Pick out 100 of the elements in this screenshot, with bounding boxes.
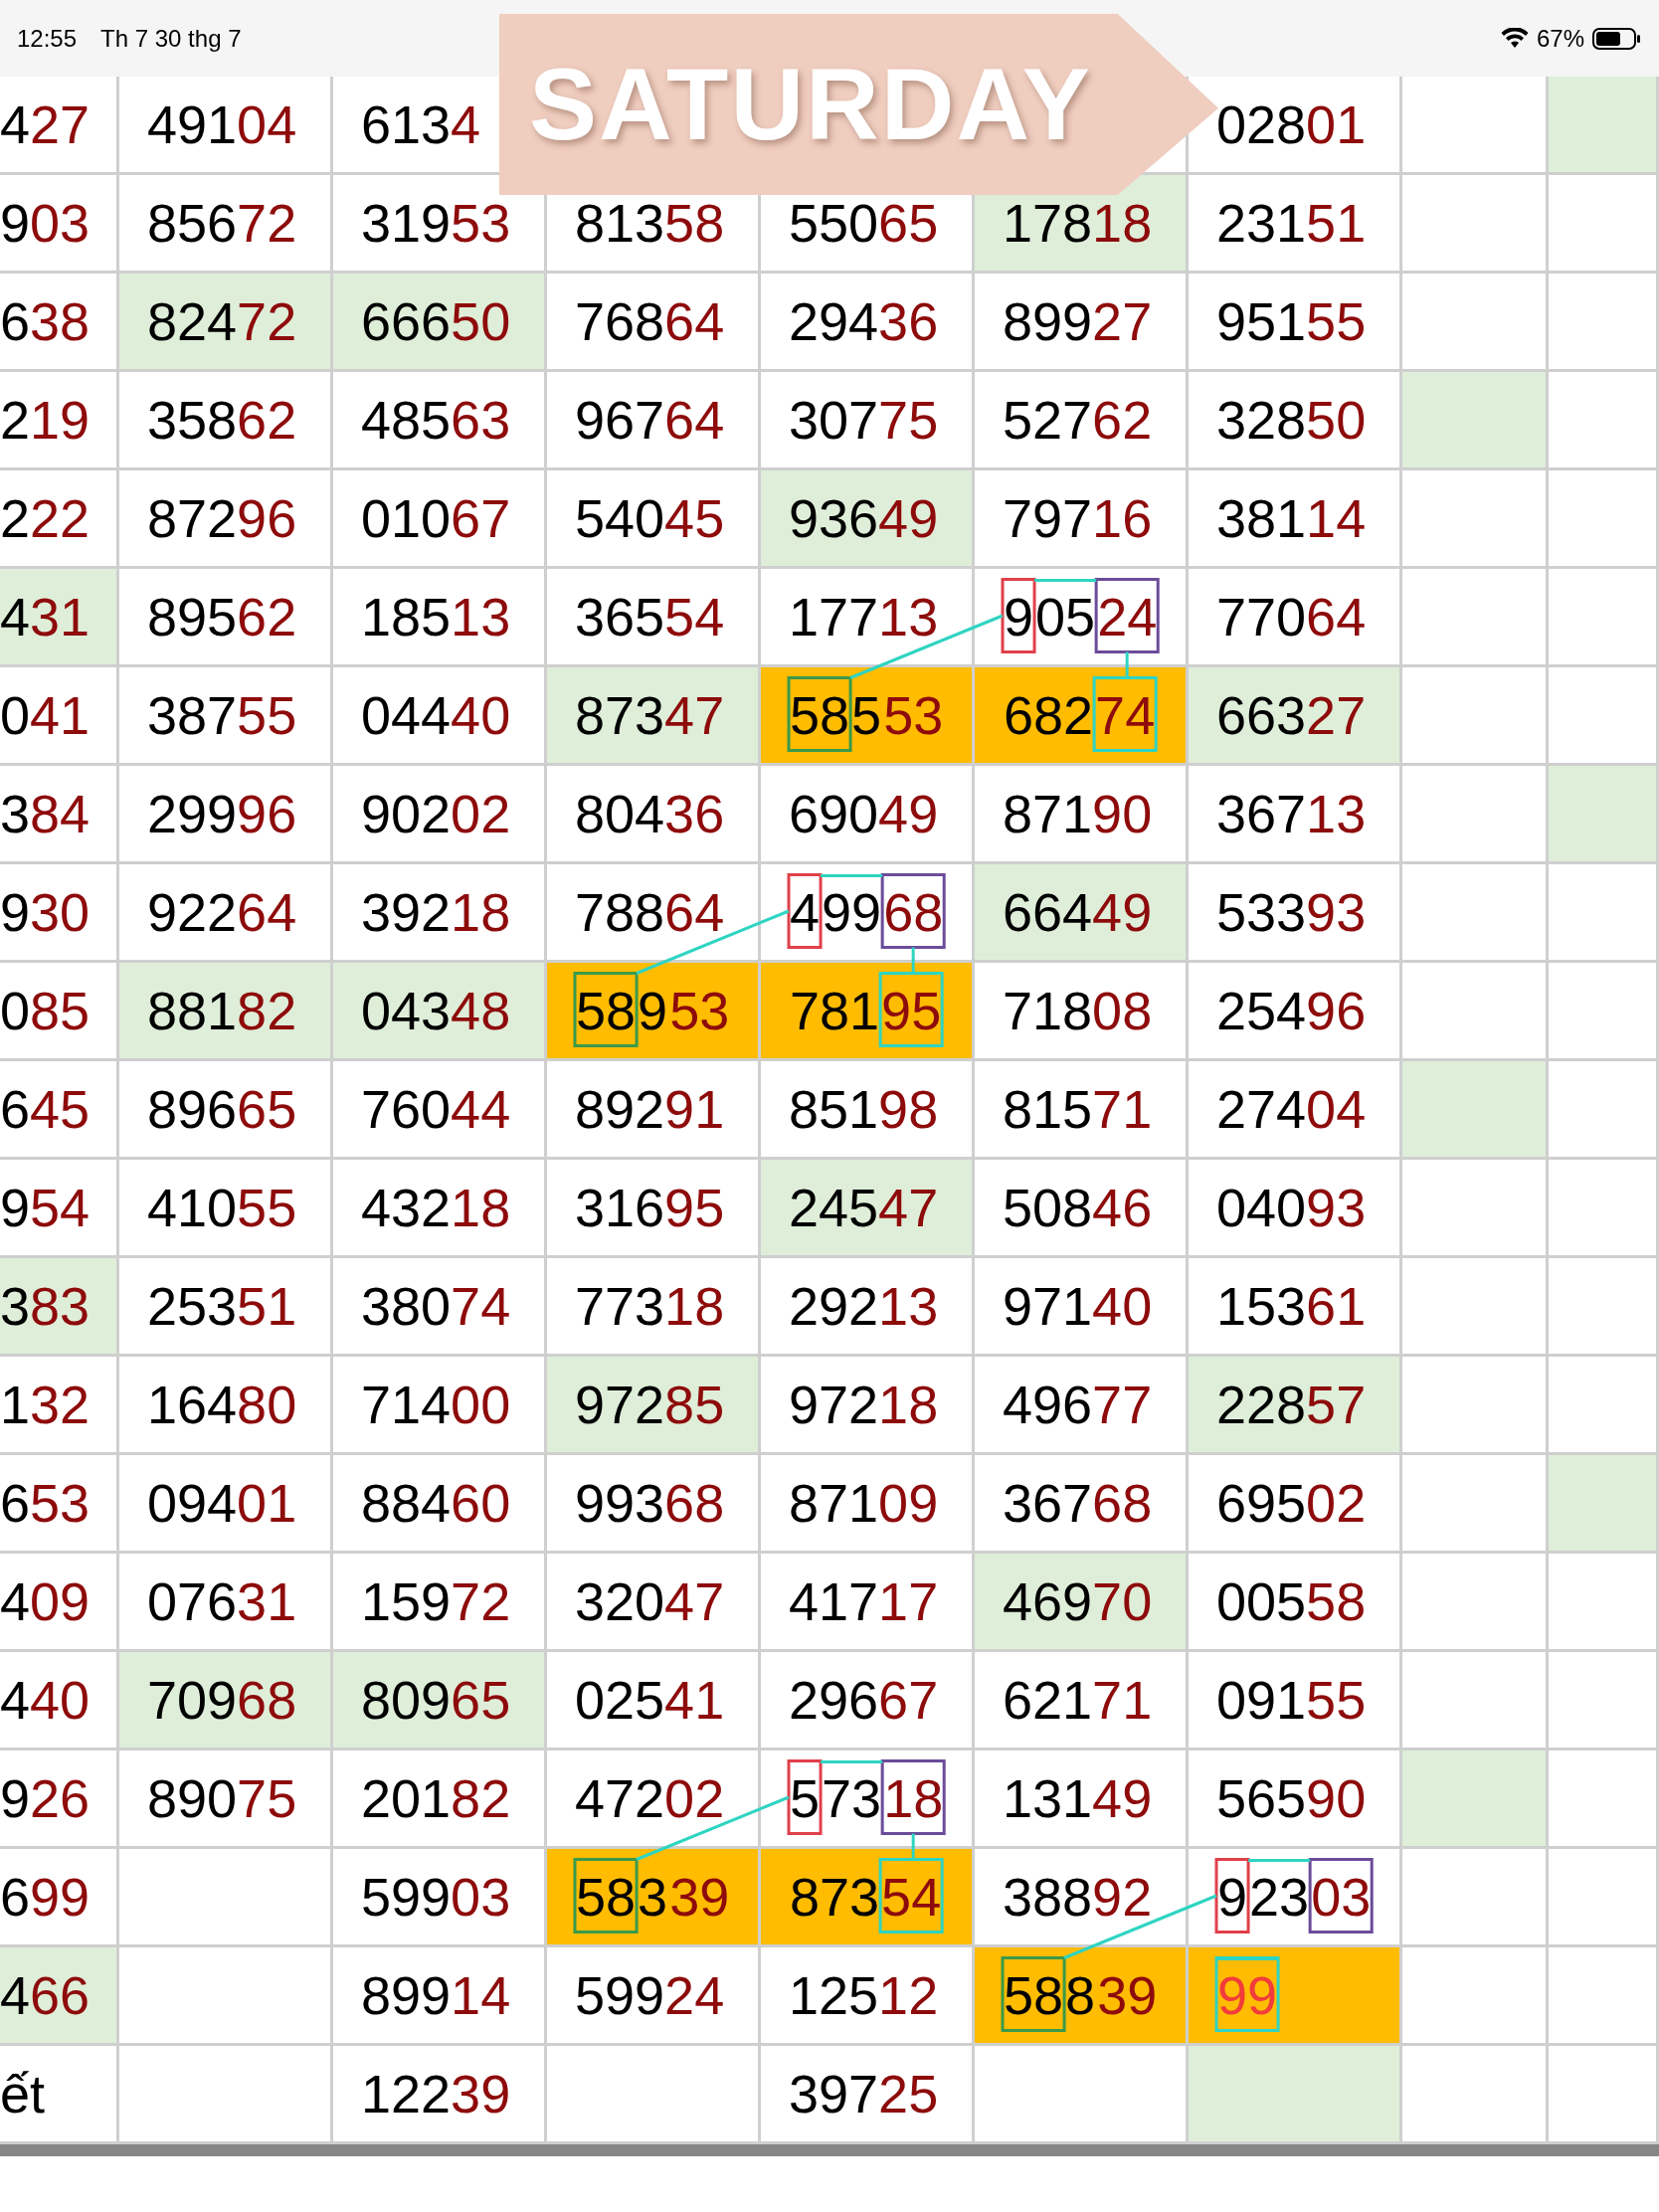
connector-line	[821, 874, 883, 877]
table-cell: 16480	[119, 1357, 333, 1455]
table-cell: 383	[0, 1258, 119, 1357]
table-cell: 93649	[761, 470, 975, 569]
table-cell: 04348	[333, 963, 547, 1061]
connector-line	[1248, 1859, 1311, 1862]
table-cell: 89075	[119, 1751, 333, 1849]
table-cell: 62171	[975, 1652, 1189, 1751]
table-cell: 87354	[761, 1849, 975, 1947]
table-cell: 82472	[119, 274, 333, 372]
table-cell: 384	[0, 766, 119, 864]
table-cell: 71400	[333, 1357, 547, 1455]
table-cell: 15972	[333, 1554, 547, 1652]
table-cell: 97218	[761, 1357, 975, 1455]
table-cell: 87190	[975, 766, 1189, 864]
table-cell: 903	[0, 175, 119, 274]
table-cell: 440	[0, 1652, 119, 1751]
table-cell: 48563	[333, 372, 547, 470]
table-cell: 29436	[761, 274, 975, 372]
table-cell: 66327	[1189, 667, 1402, 766]
table-cell: 69502	[1189, 1455, 1402, 1554]
table-cell: 39218	[333, 864, 547, 963]
table-cell: 926	[0, 1751, 119, 1849]
table-cell: 17713	[761, 569, 975, 667]
table-cell: 954	[0, 1160, 119, 1258]
table-cell: 427	[0, 77, 119, 175]
table-cell: 02541	[547, 1652, 761, 1751]
table-cell: 222	[0, 470, 119, 569]
table-cell: 80436	[547, 766, 761, 864]
table-cell: 78864	[547, 864, 761, 963]
table-cell: 29667	[761, 1652, 975, 1751]
table-cell: 95155	[1189, 274, 1402, 372]
table-cell: 80965	[333, 1652, 547, 1751]
table-cell: 31695	[547, 1160, 761, 1258]
table-cell: 85198	[761, 1061, 975, 1160]
table-cell: 53393	[1189, 864, 1402, 963]
table-cell: 24547	[761, 1160, 975, 1258]
table-cell: 23151	[1189, 175, 1402, 274]
table-cell: 87109	[761, 1455, 975, 1554]
table-cell: 38074	[333, 1258, 547, 1357]
table-cell: 04093	[1189, 1160, 1402, 1258]
table-cell: 38892	[975, 1849, 1189, 1947]
table-cell: 66650	[333, 274, 547, 372]
table-cell: 49677	[975, 1357, 1189, 1455]
table-cell: 49104	[119, 77, 333, 175]
table-cell: 29213	[761, 1258, 975, 1357]
connector-line	[1034, 579, 1097, 582]
table-cell: 76864	[547, 274, 761, 372]
table-cell: 89927	[975, 274, 1189, 372]
table-cell: 58839	[975, 1947, 1189, 2046]
status-date: Th 7 30 thg 7	[100, 23, 242, 54]
table-cell: 85672	[119, 175, 333, 274]
battery-icon	[1592, 26, 1642, 51]
table-cell: 35862	[119, 372, 333, 470]
table-cell: 90202	[333, 766, 547, 864]
table-cell: 27404	[1189, 1061, 1402, 1160]
table-cell: 38755	[119, 667, 333, 766]
day-banner: SATURDAY	[499, 14, 1218, 195]
table-cell: 699	[0, 1849, 119, 1947]
table-cell: 645	[0, 1061, 119, 1160]
table-cell: ết	[0, 2046, 119, 2144]
table-cell: 01067	[333, 470, 547, 569]
table-cell: 79716	[975, 470, 1189, 569]
table-cell: 71808	[975, 963, 1189, 1061]
table-cell: 43218	[333, 1160, 547, 1258]
table-cell: 25496	[1189, 963, 1402, 1061]
table-cell: 219	[0, 372, 119, 470]
table-cell: 92264	[119, 864, 333, 963]
table-cell: 22857	[1189, 1357, 1402, 1455]
table-cell: 99368	[547, 1455, 761, 1554]
table-cell: 12512	[761, 1947, 975, 2046]
table-cell: 77318	[547, 1258, 761, 1357]
table-cell: 638	[0, 274, 119, 372]
table-cell: 36554	[547, 569, 761, 667]
table-cell: 97285	[547, 1357, 761, 1455]
connector-line	[1125, 651, 1129, 678]
table-cell: 085	[0, 963, 119, 1061]
table-cell: 41055	[119, 1160, 333, 1258]
table-cell: 89665	[119, 1061, 333, 1160]
table-cell: 89291	[547, 1061, 761, 1160]
connector-line	[821, 1760, 883, 1763]
table-cell: 30775	[761, 372, 975, 470]
table-cell: 20182	[333, 1751, 547, 1849]
table-cell: 00558	[1189, 1554, 1402, 1652]
table-cell: 12239	[333, 2046, 547, 2144]
table-cell: 32850	[1189, 372, 1402, 470]
table-cell: 50846	[975, 1160, 1189, 1258]
table-cell: 25351	[119, 1258, 333, 1357]
table-cell: 81571	[975, 1061, 1189, 1160]
table-cell: 409	[0, 1554, 119, 1652]
table-cell: 89914	[333, 1947, 547, 2046]
table-cell: 99	[1189, 1947, 1402, 2046]
battery-percent: 67%	[1536, 23, 1584, 54]
table-cell: 77064	[1189, 569, 1402, 667]
status-time: 12:55	[17, 23, 78, 54]
table-cell: 38114	[1189, 470, 1402, 569]
table-cell: 132	[0, 1357, 119, 1455]
table-cell: 58953	[547, 963, 761, 1061]
table-cell: 70968	[119, 1652, 333, 1751]
table-cell: 36768	[975, 1455, 1189, 1554]
